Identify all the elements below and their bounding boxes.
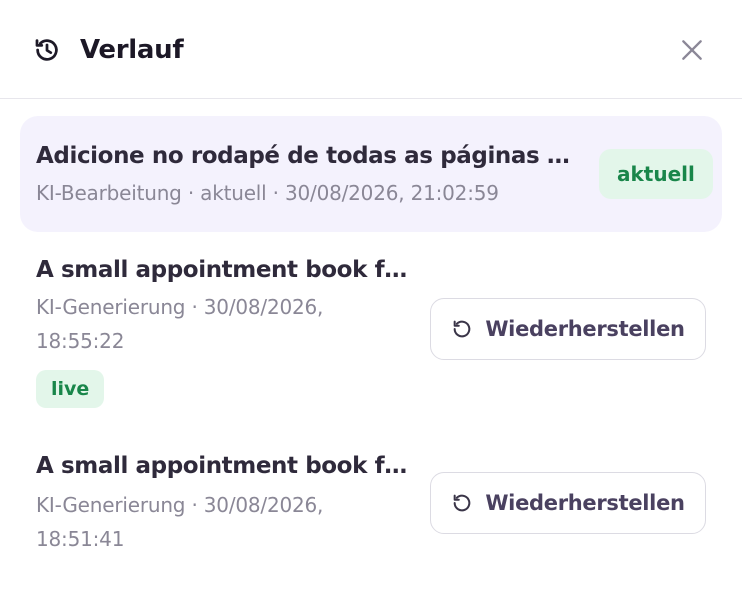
restore-label: Wiederherstellen [485, 491, 685, 515]
current-badge: aktuell [599, 149, 713, 199]
restore-label: Wiederherstellen [485, 317, 685, 341]
entry-title: A small appointment book for a barbersho… [36, 453, 408, 479]
restore-button[interactable]: Wiederherstellen [430, 472, 706, 534]
history-entry: A small appointment book for a barbersho… [20, 248, 722, 420]
entry-meta-date: KI-Generierung · 30/08/2026, [36, 295, 324, 319]
restore-icon [451, 318, 473, 340]
close-button[interactable] [672, 30, 712, 70]
history-entry: A small appointment book for a barbersho… [20, 444, 722, 564]
close-icon [679, 37, 705, 63]
restore-button[interactable]: Wiederherstellen [430, 298, 706, 360]
entry-meta: KI-Bearbeitung · aktuell · 30/08/2026, 2… [36, 181, 499, 205]
entry-title: A small appointment book for a barbersho… [36, 257, 408, 283]
history-icon [32, 35, 62, 65]
live-badge: live [36, 370, 105, 408]
entry-meta-date: KI-Generierung · 30/08/2026, [36, 493, 324, 517]
panel-header: Verlauf [0, 0, 742, 99]
restore-icon [451, 492, 473, 514]
entry-title: Adicione no rodapé de todas as páginas a… [36, 143, 576, 169]
entry-meta-time: 18:55:22 [36, 329, 125, 353]
history-entry-current[interactable]: Adicione no rodapé de todas as páginas a… [20, 116, 722, 232]
panel-title: Verlauf [80, 35, 184, 65]
entry-meta-time: 18:51:41 [36, 527, 125, 551]
history-panel: Verlauf Adicione no rodapé de todas as p… [0, 0, 742, 592]
